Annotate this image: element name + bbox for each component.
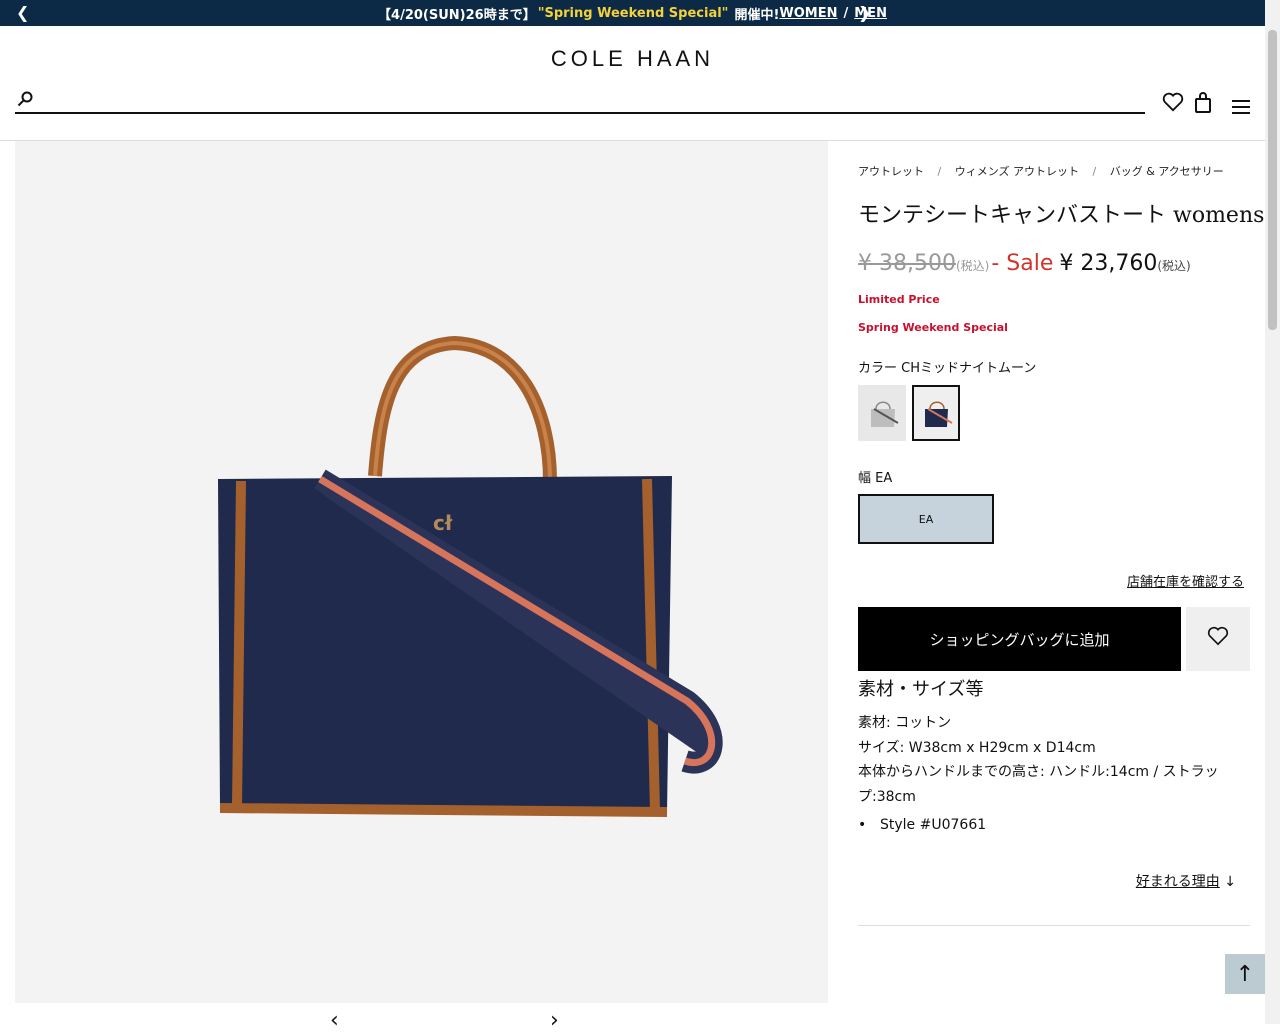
svg-text:cł: cł [433,511,453,535]
store-stock-link[interactable]: 店舗在庫を確認する [1127,571,1244,590]
add-to-wishlist-button[interactable] [1186,607,1250,671]
divider [858,925,1250,926]
chevron-right-icon[interactable]: ❯ [858,3,1250,22]
product-title: モンテシートキャンバストート womens. [858,203,1272,228]
sale-price: ¥ 23,760 [1059,251,1158,276]
arrow-up-icon: ↑ [1235,961,1255,987]
color-label: カラー CHミッドナイトムーン [858,361,1037,376]
original-price: ¥ 38,500 [858,251,956,276]
breadcrumb-item-bags[interactable]: バッグ & アクセサリー [1110,165,1224,178]
search-input[interactable] [45,90,1135,112]
size-line: サイズ: W38cm x H29cm x D14cm [858,739,1096,756]
chevron-left-icon[interactable]: ❮ [16,3,29,22]
materials-details: 素材: コットン サイズ: W38cm x H29cm x D14cm 本体から… [858,711,1250,838]
promo-women-link[interactable]: WOMEN [779,6,837,21]
breadcrumb: アウトレット / ウィメンズ アウトレット / バッグ & アクセサリー [858,163,1224,179]
breadcrumb-item-outlet[interactable]: アウトレット [858,165,924,178]
promo-suffix: 開催中! [734,7,780,23]
breadcrumb-separator: / [1092,165,1097,178]
limited-price-badge: Limited Price [858,293,940,306]
hamburger-menu-icon[interactable] [1232,96,1250,120]
height-line: 本体からハンドルまでの高さ: ハンドル:14cm / ストラップ:38cm [858,764,1219,805]
width-option-ea[interactable]: EA [858,494,994,544]
promo-separator: / [843,5,849,21]
search-icon[interactable] [17,91,33,111]
why-loved-link[interactable]: 好まれる理由 ↓ [1136,871,1236,891]
width-label: 幅 EA [858,471,893,486]
tote-bag-image: cł [218,335,723,817]
scrollbar-thumb[interactable] [1268,30,1277,330]
spring-special-badge: Spring Weekend Special [858,321,1008,334]
search-bar [15,90,1145,114]
product-image-gallery[interactable]: cł [15,141,828,1003]
color-swatch-navy[interactable] [912,385,960,441]
add-to-bag-button[interactable]: ショッピングバッグに追加 [858,607,1181,671]
why-loved-label: 好まれる理由 [1135,874,1220,890]
site-header: COLE HAAN [0,26,1265,141]
heart-icon [1207,626,1229,652]
price-block: ¥ 38,500(税込)- Sale ¥ 23,760(税込) [858,251,1191,276]
style-number: Style #U07661 [858,813,1250,838]
wishlist-heart-icon[interactable] [1162,92,1184,117]
material-line: 素材: コットン [858,715,952,731]
color-swatch-gray[interactable] [858,385,906,441]
promo-highlight: "Spring Weekend Special" [537,5,729,21]
arrow-down-icon: ↓ [1224,874,1236,890]
sale-label: - Sale [991,251,1054,276]
tax-label: (税込) [1157,259,1191,273]
breadcrumb-item-womens-outlet[interactable]: ウィメンズ アウトレット [955,165,1079,178]
tax-label: (税込) [955,259,990,273]
promo-prefix: 【4/20(SUN)26時まで】 [378,7,536,23]
breadcrumb-separator: / [937,165,942,178]
shopping-bag-icon[interactable] [1194,92,1212,119]
gallery-next-icon[interactable]: › [550,1008,559,1033]
site-logo[interactable]: COLE HAAN [0,46,1265,72]
page-scrollbar[interactable] [1265,0,1280,1024]
back-to-top-button[interactable]: ↑ [1225,954,1265,994]
materials-heading: 素材・サイズ等 [858,679,984,700]
gallery-prev-icon[interactable]: ‹ [330,1008,339,1033]
promo-banner: ❮ 【4/20(SUN)26時まで】 "Spring Weekend Speci… [0,0,1265,26]
